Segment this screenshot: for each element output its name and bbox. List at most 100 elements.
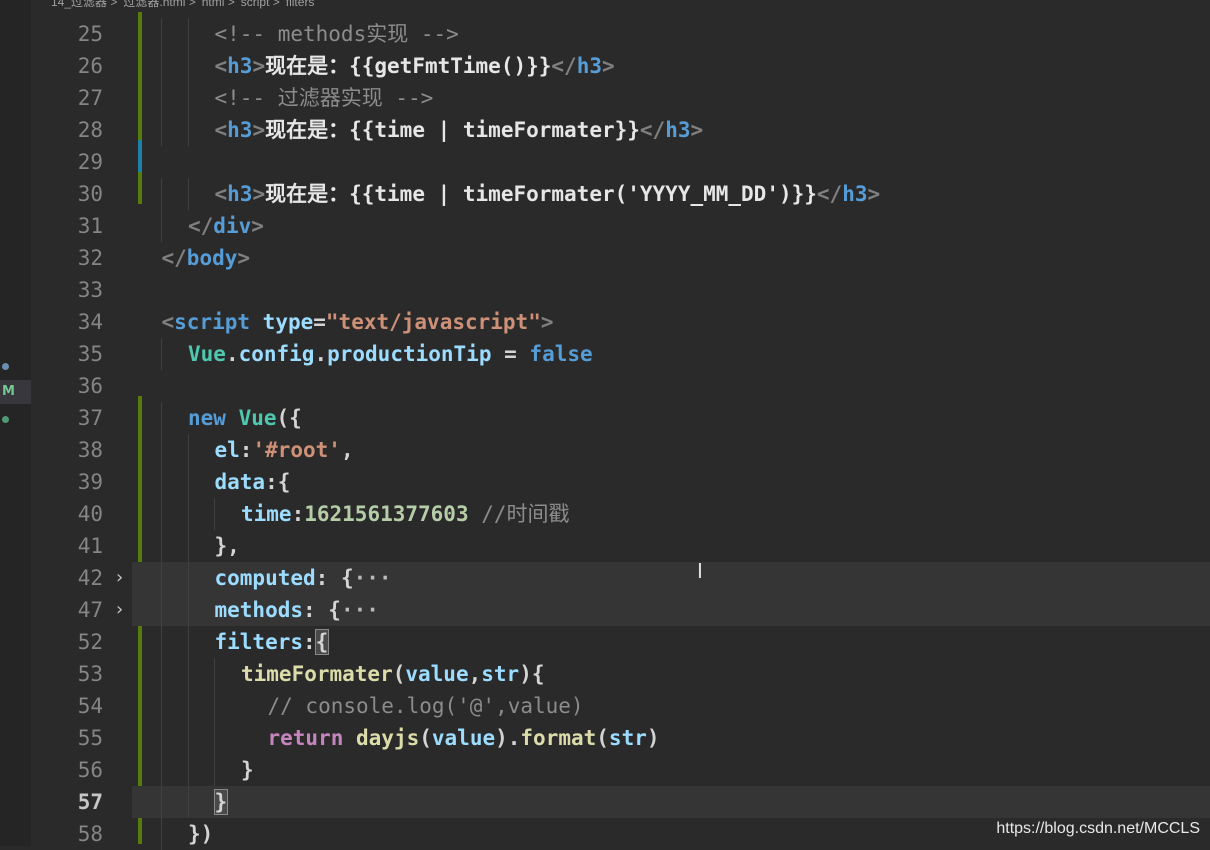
code-line[interactable]: } [132,786,1210,818]
code-token: > [237,246,251,270]
code-text: <script type="text/javascript"> [162,306,554,338]
code-token: str [481,662,520,686]
line-number: 25 [77,22,103,46]
code-token: </ [188,214,214,238]
code-line[interactable]: <!-- 过滤器实现 --> [132,82,1210,114]
indent-guide [187,82,189,114]
code-token: ){ [519,662,545,686]
code-token: : { [303,598,341,622]
indent-guide [187,178,189,210]
code-line[interactable]: <script type="text/javascript"> [132,306,1210,338]
code-token: { [314,629,330,655]
code-text: computed: {··· [215,562,392,594]
code-token: ··· [340,598,379,622]
indent-guide [187,594,189,626]
code-token: '#root' [252,438,341,462]
fold-chevron-icon[interactable]: › [114,562,128,594]
activity-bar: M [0,0,31,846]
breadcrumb-item[interactable]: html > [202,0,235,9]
code-line[interactable]: el:'#root', [132,434,1210,466]
line-number: 40 [77,502,103,526]
code-text: <!-- 过滤器实现 --> [215,82,434,114]
modified-dot-icon [2,363,9,370]
indent-guide [161,690,162,722]
code-line[interactable]: new Vue({ [132,402,1210,434]
code-text: new Vue({ [188,402,302,434]
code-line[interactable]: } [132,754,1210,786]
indent-guide [214,754,215,786]
code-line[interactable] [132,146,1210,178]
code-token: h3 [227,118,253,142]
breadcrumb-item[interactable]: script > [241,0,280,9]
line-number: 31 [77,214,103,238]
code-line[interactable]: Vue.config.productionTip = false [132,338,1210,370]
code-token: time [241,502,292,526]
code-line[interactable]: <h3>现在是：{{time | timeFormater}}</h3> [132,114,1210,146]
code-token: > [602,54,615,78]
added-dot-icon [2,416,9,423]
breadcrumb-item[interactable]: filters [286,0,315,9]
line-number-gutter: 25 26 27 28 29 30 31 32 33 34 35 36 37 38 39 40 41 42 › 47 ›… [31,12,142,846]
code-line[interactable] [132,274,1210,306]
code-token: h3 [665,118,691,142]
code-line[interactable]: timeFormater(value,str){ [132,658,1210,690]
fold-chevron-icon[interactable]: › [114,594,128,626]
line-number: 37 [77,406,103,430]
code-token: < [161,310,175,334]
code-line[interactable]: computed: {··· [132,562,1210,594]
code-token: , [468,662,482,686]
line-number: 54 [77,694,103,718]
code-token: Vue [238,406,277,430]
breadcrumb-item[interactable]: 过滤器.html > [123,0,195,9]
code-editor[interactable]: <!-- methods实现 --> <h3>现在是：{{getFmtTime()… [132,12,1210,850]
code-token: 1621561377603 [304,502,469,526]
indent-guide [187,690,189,722]
code-line[interactable]: // console.log('@',value) [132,690,1210,722]
code-token: :{ [265,470,291,494]
code-token: h3 [842,182,868,206]
code-token: h3 [576,54,602,78]
line-number: 27 [77,86,103,110]
indent-guide [161,402,162,434]
code-text: filters:{ [215,626,330,658]
indent-guide [187,786,189,818]
code-line[interactable]: methods: {··· [132,594,1210,626]
indent-guide [187,498,189,530]
code-token: div [213,214,252,238]
code-line[interactable]: </div> [132,210,1210,242]
indent-guide [161,114,162,146]
code-line[interactable]: }, [132,530,1210,562]
code-token: : { [315,566,354,590]
code-line[interactable]: <!-- methods实现 --> [132,18,1210,50]
code-token: data [214,470,266,494]
breadcrumb-item[interactable]: 14_过滤器 > [51,0,117,9]
code-token: > [867,182,881,206]
indent-guide [187,754,189,786]
code-line[interactable] [132,370,1210,402]
code-line[interactable]: </body> [132,242,1210,274]
code-token: <!-- methods实现 --> [214,22,459,46]
code-line[interactable]: time:1621561377603 //时间戳 [132,498,1210,530]
line-number: 56 [77,758,103,782]
code-line[interactable]: return dayjs(value).format(str) [132,722,1210,754]
code-text: timeFormater(value,str){ [241,658,544,690]
code-token: . [314,342,328,366]
code-text: el:'#root', [215,434,354,466]
code-line[interactable]: filters:{ [132,626,1210,658]
code-line[interactable]: <h3>现在是：{{time | timeFormater('YYYY_MM_D… [132,178,1210,210]
code-token: > [252,182,266,206]
code-token: dayjs [356,726,420,750]
indent-guide [161,594,162,626]
code-token: } [241,758,254,782]
code-token: str [608,726,647,750]
code-text: </body> [162,242,251,274]
code-text: <h3>现在是：{{getFmtTime()}}</h3> [215,50,615,82]
indent-guide [187,114,189,146]
code-line[interactable]: <h3>现在是：{{getFmtTime()}}</h3> [132,50,1210,82]
code-token: ( [419,726,432,750]
code-token: computed [214,566,316,590]
code-line[interactable]: data:{ [132,466,1210,498]
code-token: < [214,182,228,206]
code-token: : [303,630,316,654]
